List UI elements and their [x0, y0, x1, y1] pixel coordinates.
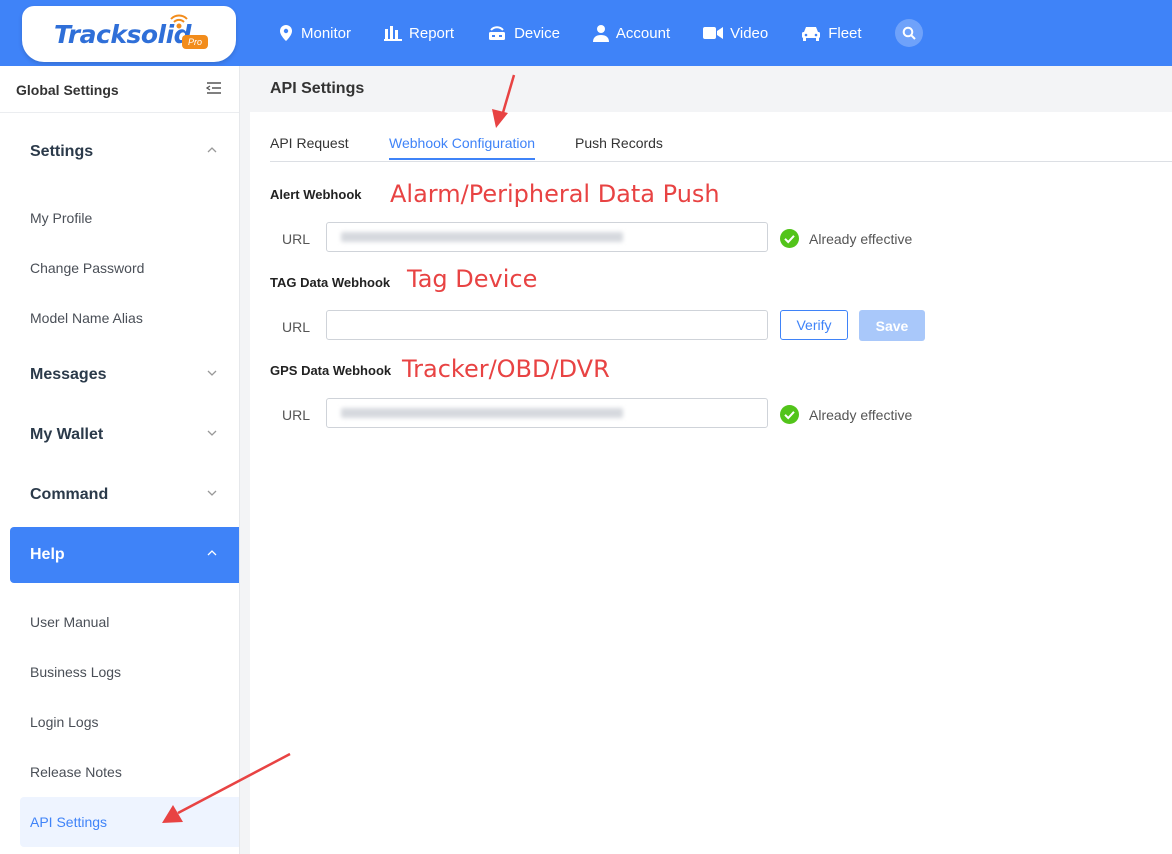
tab-api-request[interactable]: API Request: [270, 135, 349, 158]
nav-report[interactable]: Report: [384, 25, 454, 42]
alert-url-input[interactable]: [326, 222, 768, 252]
sidebar-group-label: My Wallet: [30, 426, 104, 443]
chevron-down-icon: [207, 490, 217, 496]
sidebar-group-my-wallet[interactable]: My Wallet: [0, 407, 239, 463]
car-icon: [802, 27, 821, 41]
nav-account[interactable]: Account: [592, 24, 671, 42]
nav-device-label: Device: [514, 24, 560, 42]
sidebar: Global Settings Settings My Profile Chan…: [0, 66, 240, 854]
sidebar-item-my-profile[interactable]: My Profile: [0, 193, 239, 243]
sidebar-item-label: User Manual: [30, 614, 110, 630]
tab-bar: API Request Webhook Configuration Push R…: [270, 131, 1172, 162]
sidebar-item-model-name-alias[interactable]: Model Name Alias: [0, 293, 239, 343]
tag-webhook-label: TAG Data Webhook: [270, 275, 391, 290]
sidebar-item-change-password[interactable]: Change Password: [0, 243, 239, 293]
page-title: API Settings: [270, 80, 365, 97]
chevron-up-icon: [207, 147, 217, 153]
sidebar-group-label: Settings: [30, 143, 94, 160]
bar-chart-icon: [384, 26, 403, 41]
sidebar-group-label: Help: [30, 546, 65, 563]
redacted-url: [341, 232, 623, 242]
nav-device[interactable]: Device: [487, 24, 560, 42]
sidebar-item-business-logs[interactable]: Business Logs: [0, 647, 239, 697]
tab-push-records[interactable]: Push Records: [575, 135, 663, 158]
check-circle-icon: [780, 405, 799, 424]
top-navigation-bar: Tracksolid Pro Monitor Report Device Acc…: [0, 0, 1172, 66]
sidebar-group-help[interactable]: Help: [10, 527, 239, 583]
tag-url-input[interactable]: [326, 310, 768, 340]
nav-video-label: Video: [730, 24, 769, 42]
chevron-down-icon: [207, 430, 217, 436]
content-panel: API Request Webhook Configuration Push R…: [250, 112, 1172, 854]
device-icon: [489, 26, 506, 40]
nav-fleet[interactable]: Fleet: [801, 24, 862, 42]
nav-monitor[interactable]: Monitor: [278, 24, 351, 42]
main-nav: Monitor Report Device Account Video Flee…: [278, 0, 923, 66]
sidebar-item-label: API Settings: [30, 814, 108, 830]
collapse-menu-icon[interactable]: [206, 81, 222, 95]
tag-url-label: URL: [282, 319, 311, 335]
nav-account-label: Account: [615, 24, 671, 42]
alert-status-text: Already effective: [809, 230, 913, 247]
alert-annotation: Alarm/Peripheral Data Push: [390, 180, 720, 208]
user-icon: [592, 25, 609, 42]
sidebar-item-label: Release Notes: [30, 764, 122, 780]
sidebar-header: Global Settings: [0, 66, 239, 113]
chevron-up-icon: [207, 550, 217, 556]
signal-icon: [170, 14, 188, 29]
alert-webhook-label: Alert Webhook: [270, 187, 362, 202]
nav-fleet-label: Fleet: [828, 24, 862, 42]
sidebar-item-label: Model Name Alias: [30, 310, 143, 326]
tab-webhook-configuration[interactable]: Webhook Configuration: [389, 135, 536, 160]
tag-annotation: Tag Device: [407, 265, 538, 293]
page-header: API Settings: [250, 66, 1172, 112]
map-pin-icon: [280, 25, 292, 41]
gps-status-text: Already effective: [809, 406, 913, 423]
nav-report-label: Report: [409, 24, 455, 42]
brand-badge: Pro: [182, 35, 208, 49]
gps-annotation: Tracker/OBD/DVR: [402, 355, 610, 383]
sidebar-group-label: Command: [30, 486, 109, 503]
alert-status: Already effective: [780, 229, 912, 248]
sidebar-group-settings[interactable]: Settings: [0, 124, 239, 180]
sidebar-item-api-settings[interactable]: API Settings: [20, 797, 239, 847]
sidebar-item-label: Change Password: [30, 260, 145, 276]
alert-url-label: URL: [282, 231, 311, 247]
nav-monitor-label: Monitor: [301, 24, 352, 42]
gps-url-label: URL: [282, 407, 311, 423]
sidebar-item-label: Login Logs: [30, 714, 99, 730]
sidebar-item-release-notes[interactable]: Release Notes: [0, 747, 239, 797]
save-button[interactable]: Save: [859, 310, 925, 341]
verify-button[interactable]: Verify: [780, 310, 848, 340]
nav-video[interactable]: Video: [703, 25, 768, 42]
sidebar-title: Global Settings: [16, 82, 119, 98]
sidebar-group-command[interactable]: Command: [0, 467, 239, 523]
gps-status: Already effective: [780, 405, 912, 424]
sidebar-group-label: Messages: [30, 366, 107, 383]
chevron-down-icon: [207, 370, 217, 376]
sidebar-group-messages[interactable]: Messages: [0, 347, 239, 403]
gps-url-input[interactable]: [326, 398, 768, 428]
sidebar-item-label: Business Logs: [30, 664, 122, 680]
sidebar-item-label: My Profile: [30, 210, 93, 226]
search-icon: [902, 26, 916, 40]
sidebar-item-login-logs[interactable]: Login Logs: [0, 697, 239, 747]
check-circle-icon: [780, 229, 799, 248]
gps-webhook-label: GPS Data Webhook: [270, 363, 392, 378]
video-camera-icon: [703, 27, 724, 39]
sidebar-item-user-manual[interactable]: User Manual: [0, 597, 239, 647]
nav-search-button[interactable]: [894, 19, 923, 47]
redacted-url: [341, 408, 623, 418]
brand-logo[interactable]: Tracksolid Pro: [22, 6, 236, 62]
